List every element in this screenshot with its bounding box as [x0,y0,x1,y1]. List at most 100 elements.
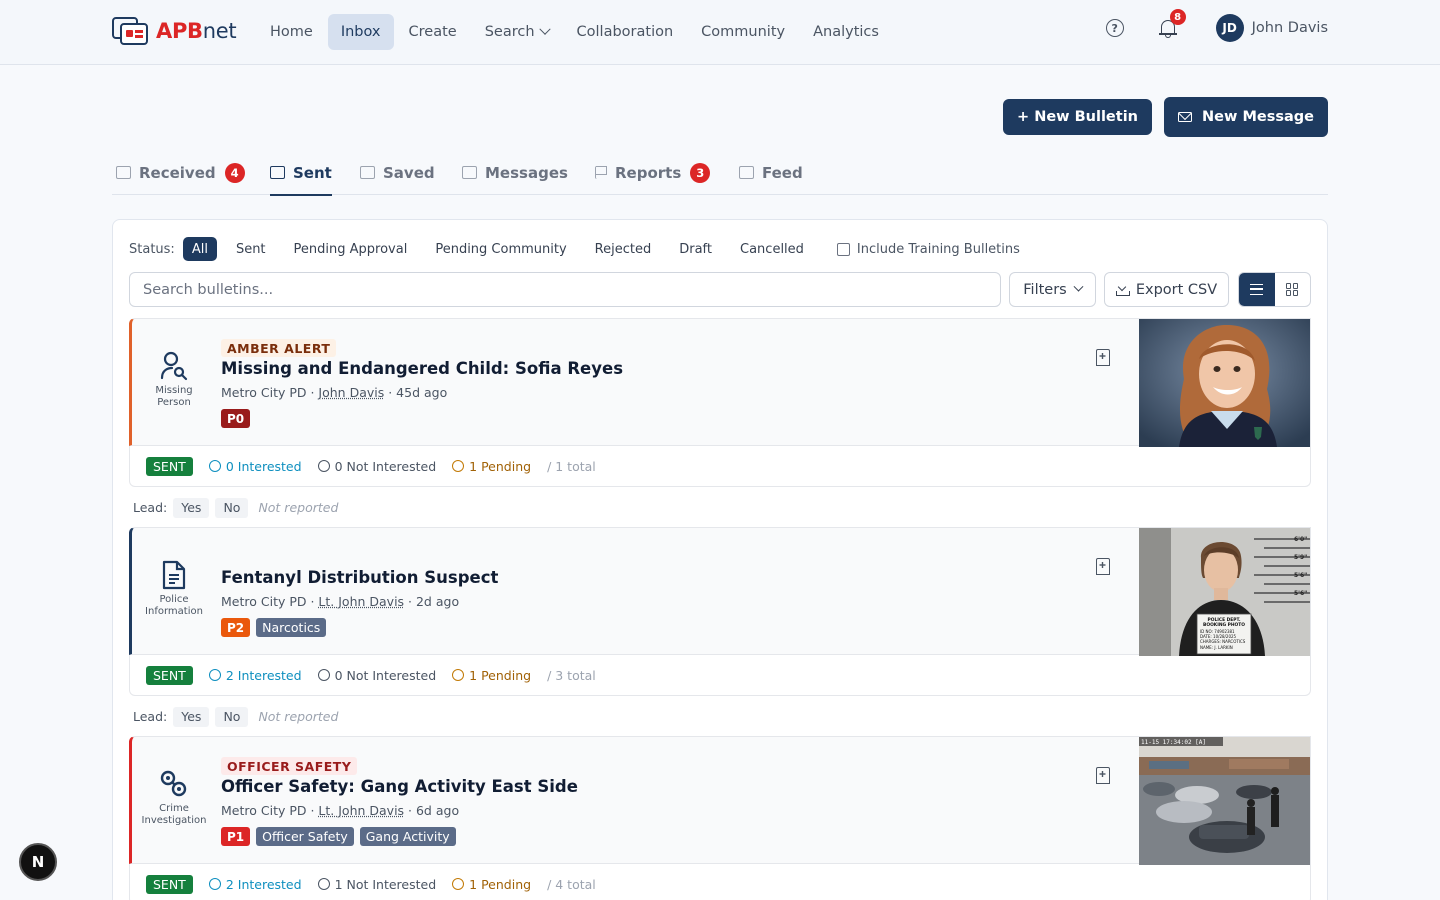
lead-no-button[interactable]: No [215,497,249,518]
list-view-button[interactable] [1239,273,1275,306]
check-circle-icon [208,460,221,472]
lead-yes-button[interactable]: Yes [173,497,210,518]
mail-icon [462,166,477,179]
topic-tag[interactable]: Gang Activity [359,827,456,846]
bookmark-add-icon[interactable] [1096,349,1110,366]
user-avatar[interactable]: JD [1215,14,1244,42]
bulletin-card[interactable]: Police Information Fentanyl Distribution… [129,527,1311,737]
x-circle-icon [317,878,330,890]
tab-messages[interactable]: Messages [462,150,568,195]
author-link[interactable]: Lt. John Davis [318,803,404,818]
x-circle-icon [317,669,330,681]
new-bulletin-button[interactable]: + New Bulletin [1003,99,1152,135]
svg-text:5'6": 5'6" [1294,572,1307,579]
interested-count[interactable]: 2 Interested [208,668,302,683]
subject-photo[interactable]: 6'0" 5'9" 5'6" 5'6" POLICE DEPT. BOOKING… [1139,528,1310,656]
status-chip-pending-community[interactable]: Pending Community [426,237,575,261]
nav-search[interactable]: Search [472,14,562,50]
nav-community[interactable]: Community [688,14,798,50]
bulletins-panel: Status: All Sent Pending Approval Pendin… [112,219,1328,900]
author-link[interactable]: Lt. John Davis [318,594,404,609]
tab-feed[interactable]: Feed [739,150,803,195]
lead-status: Not reported [258,709,339,724]
tab-saved[interactable]: Saved [360,150,435,195]
new-message-label: New Message [1202,109,1314,125]
bulletin-card-header[interactable]: Missing Person AMBER ALERT Missing and E… [129,318,1311,447]
nav-create[interactable]: Create [396,14,470,50]
sent-icon [270,166,285,179]
include-training-checkbox[interactable] [836,242,850,256]
view-toggle [1238,272,1311,307]
not-interested-count[interactable]: 1 Not Interested [317,877,436,892]
status-chip-all[interactable]: All [182,237,217,261]
bulletin-card[interactable]: Crime Investigation OFFICER SAFETY Offic… [129,736,1311,900]
topic-tag[interactable]: Officer Safety [256,827,354,846]
bulletin-card-header[interactable]: Police Information Fentanyl Distribution… [129,527,1311,656]
bookmark-add-icon[interactable] [1096,558,1110,575]
bulletin-title[interactable]: Officer Safety: Gang Activity East Side [221,777,578,796]
status-chip-draft[interactable]: Draft [670,237,721,261]
clock-icon [452,460,465,472]
pending-count[interactable]: 1 Pending [452,459,531,474]
bulletin-title[interactable]: Missing and Endangered Child: Sofia Reye… [221,359,623,378]
status-chip-pending-approval[interactable]: Pending Approval [285,237,417,261]
lead-no-button[interactable]: No [215,706,249,727]
search-input[interactable]: Search bulletins... [129,272,1001,307]
bulletin-card[interactable]: Missing Person AMBER ALERT Missing and E… [129,318,1311,528]
interested-count[interactable]: 0 Interested [208,459,302,474]
lead-yes-button[interactable]: Yes [173,706,210,727]
svg-text:6'0": 6'0" [1294,536,1307,543]
tab-sent[interactable]: Sent [270,150,332,196]
nav-home[interactable]: Home [257,14,326,50]
bookmark-add-icon[interactable] [1096,767,1110,784]
inbox-icon [116,166,131,179]
tab-label: Sent [293,163,332,182]
clock-icon [452,669,465,681]
bulletin-tags: P1 Officer Safety Gang Activity [221,827,456,846]
lead-row: Lead: Yes No Not reported [129,487,1311,528]
bulletin-meta: Metro City PD · Lt. John Davis · 2d ago [221,594,460,609]
main-nav: Home Inbox Create Search Collaboration C… [257,14,894,50]
nav-analytics[interactable]: Analytics [800,14,892,50]
pending-count[interactable]: 1 Pending [452,668,531,683]
subject-photo[interactable] [1139,319,1310,447]
nav-inbox[interactable]: Inbox [327,14,394,50]
tab-reports[interactable]: Reports 3 [595,150,711,195]
pending-count[interactable]: 1 Pending [452,877,531,892]
list-icon [1250,284,1264,295]
grid-view-button[interactable] [1275,273,1311,306]
svg-text:CHARGES: NARCOTICS: CHARGES: NARCOTICS [1200,639,1246,644]
not-interested-count[interactable]: 0 Not Interested [317,668,436,683]
topic-tag[interactable]: Narcotics [256,618,327,637]
bulletin-title[interactable]: Fentanyl Distribution Suspect [221,568,498,587]
status-chip-cancelled[interactable]: Cancelled [731,237,813,261]
top-navigation-bar: APBnet Home Inbox Create Search Collabor… [0,0,1440,65]
interested-count[interactable]: 2 Interested [208,877,302,892]
filters-button[interactable]: Filters [1009,272,1096,307]
filters-label: Filters [1023,281,1067,298]
status-chip-rejected[interactable]: Rejected [586,237,661,261]
dev-tools-badge[interactable]: N [19,843,57,881]
include-training-label[interactable]: Include Training Bulletins [857,242,1020,257]
user-name[interactable]: John Davis [1252,20,1328,36]
export-csv-button[interactable]: Export CSV [1104,272,1229,307]
export-label: Export CSV [1135,281,1218,298]
bulletin-card-header[interactable]: Crime Investigation OFFICER SAFETY Offic… [129,736,1311,865]
tab-label: Feed [762,163,803,182]
new-message-button[interactable]: New Message [1164,97,1328,137]
help-icon[interactable]: ? [1105,19,1124,37]
status-label: Status: [129,241,175,257]
tab-count-badge: 3 [690,162,711,183]
author-link[interactable]: John Davis [318,385,384,400]
not-interested-count[interactable]: 0 Not Interested [317,459,436,474]
flag-icon [595,166,607,179]
nav-collaboration[interactable]: Collaboration [564,14,687,50]
alert-type-badge: OFFICER SAFETY [221,757,358,775]
inbox-tabs: Received 4 Sent Saved Messages Reports 3… [112,150,1328,196]
total-count: / 3 total [547,667,596,683]
notifications-bell-icon[interactable]: 8 [1158,9,1186,39]
apbnet-logo[interactable]: APBnet [112,15,237,47]
status-chip-sent[interactable]: Sent [227,237,275,261]
tab-received[interactable]: Received 4 [116,150,245,195]
cctv-photo[interactable]: 11-15 17:34:02 [A] [1139,737,1310,865]
